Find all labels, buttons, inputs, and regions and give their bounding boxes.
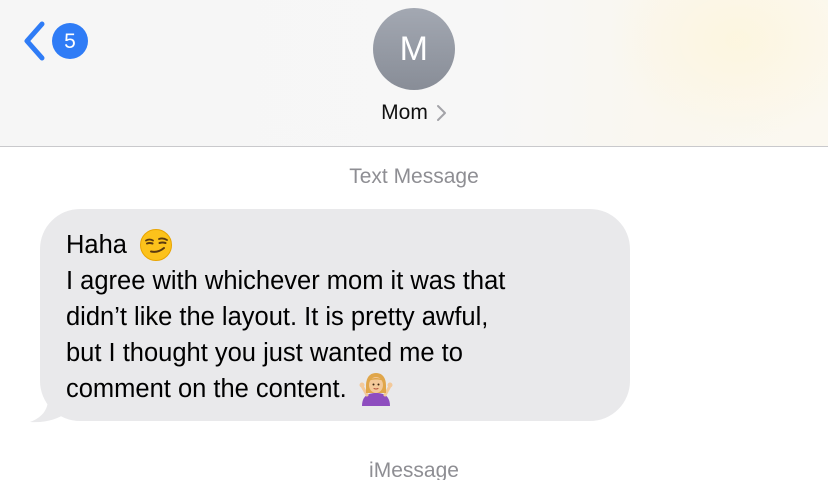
message-line: comment on the content. (66, 371, 606, 407)
message-line-text: comment on the content. (66, 375, 347, 403)
message-line-text: I agree with whichever mom it was that (66, 267, 506, 295)
contact-details-button[interactable]: Mom (381, 101, 447, 125)
avatar[interactable]: M (373, 8, 455, 90)
message-line: didn’t like the layout. It is pretty awf… (66, 299, 606, 335)
service-label-imessage: iMessage (369, 459, 459, 480)
message-text: Haha I agree with whichever mom it was t… (66, 227, 606, 407)
conversation-header: 5 M Mom (0, 0, 828, 147)
message-line: Haha (66, 227, 606, 263)
person-shrugging-emoji (359, 373, 393, 406)
message-line: but I thought you just wanted me to (66, 335, 606, 371)
message-line-text: Haha (66, 231, 127, 259)
message-line-text: but I thought you just wanted me to (66, 339, 463, 367)
service-label-text-message: Text Message (349, 165, 479, 188)
contact-info: M Mom (0, 8, 828, 133)
contact-name[interactable]: Mom (381, 101, 428, 125)
message-bubble-body: Haha I agree with whichever mom it was t… (40, 209, 630, 421)
smirking-face-emoji (139, 229, 172, 261)
message-line-text: didn’t like the layout. It is pretty awf… (66, 303, 489, 331)
message-line: I agree with whichever mom it was that (66, 263, 606, 299)
chevron-right-icon (436, 105, 446, 121)
